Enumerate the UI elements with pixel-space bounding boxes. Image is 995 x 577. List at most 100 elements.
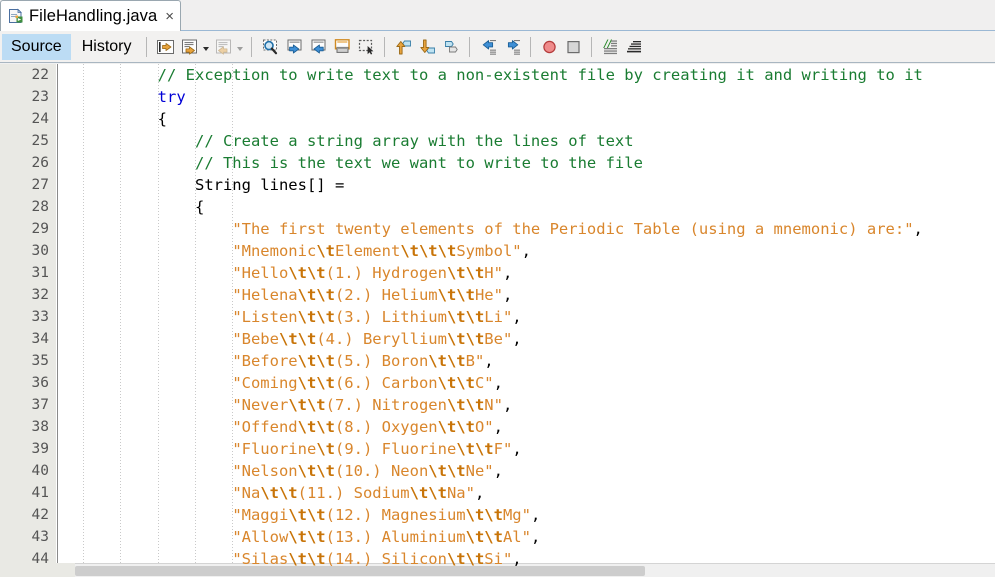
code-token-str: N"	[484, 396, 503, 414]
code-line[interactable]: "Never\t\t(7.) Nitrogen\t\tN",	[75, 394, 995, 416]
code-line[interactable]: try	[75, 86, 995, 108]
document-tab-strip: FileHandling.java ×	[0, 0, 995, 31]
java-file-icon	[8, 8, 24, 24]
code-line[interactable]: // Exception to write text to a non-exis…	[75, 64, 995, 86]
code-token-pln	[83, 374, 232, 392]
next-bookmark-icon[interactable]	[415, 35, 439, 59]
code-token-str: "Helena	[232, 286, 298, 304]
back-navigation-icon[interactable]	[177, 35, 201, 59]
find-previous-icon[interactable]	[282, 35, 306, 59]
code-line[interactable]: // This is the text we want to write to …	[75, 152, 995, 174]
code-line[interactable]: "Listen\t\t(3.) Lithium\t\tLi",	[75, 306, 995, 328]
toolbar-separator	[530, 36, 532, 57]
find-next-icon[interactable]	[306, 35, 330, 59]
find-selection-icon[interactable]	[258, 35, 282, 59]
code-token-pln: ,	[484, 352, 494, 370]
code-token-str: "Silas	[232, 550, 289, 568]
code-token-esc: \t	[316, 440, 335, 458]
code-line[interactable]: "Offend\t\t(8.) Oxygen\t\tO",	[75, 416, 995, 438]
code-token-str: "Fluorine	[232, 440, 317, 458]
line-number: 42	[31, 507, 49, 523]
code-token-str: (5.) Boron	[334, 352, 429, 370]
document-tab-filehandling-java[interactable]: FileHandling.java ×	[0, 0, 182, 31]
code-token-pln	[83, 286, 232, 304]
code-token-str: (14.) Silicon	[325, 550, 447, 568]
shift-line-left-icon[interactable]	[476, 35, 500, 59]
toggle-non-printable-characters-icon[interactable]	[622, 35, 646, 59]
toggle-comment-icon[interactable]: //	[598, 35, 622, 59]
last-edit-position-icon[interactable]	[153, 35, 177, 59]
source-editor[interactable]: 22 23 24 25 26 27 28 29 30 31 32 33 34 35 36 37 38 39 40 41…	[0, 64, 995, 577]
code-line[interactable]: String lines[] =	[75, 174, 995, 196]
scrollbar-corner	[0, 563, 75, 577]
code-line[interactable]: // Create a string array with the lines …	[75, 130, 995, 152]
code-line[interactable]: "The first twenty elements of the Period…	[75, 218, 995, 240]
code-token-esc: \t\t	[428, 462, 466, 480]
code-line[interactable]: "Allow\t\t(13.) Aluminium\t\tAl",	[75, 526, 995, 548]
start-macro-recording-icon[interactable]	[537, 35, 561, 59]
toggle-highlight-search-icon[interactable]	[330, 35, 354, 59]
code-line[interactable]: "Hello\t\t(1.) Hydrogen\t\tH",	[75, 262, 995, 284]
code-token-pln: ,	[512, 550, 522, 568]
toolbar-separator	[384, 36, 386, 57]
code-token-pln	[83, 308, 232, 326]
previous-bookmark-icon[interactable]	[391, 35, 415, 59]
shift-line-right-icon[interactable]	[500, 35, 524, 59]
code-token-str: "Maggi	[232, 506, 289, 524]
code-line[interactable]: "Coming\t\t(6.) Carbon\t\tC",	[75, 372, 995, 394]
tab-history[interactable]: History	[73, 34, 141, 60]
code-line[interactable]: "Bebe\t\t(4.) Beryllium\t\tBe",	[75, 328, 995, 350]
stop-macro-recording-icon[interactable]	[561, 35, 585, 59]
code-line[interactable]: "Nelson\t\t(10.) Neon\t\tNe",	[75, 460, 995, 482]
line-number: 39	[31, 441, 49, 457]
code-token-str: (4.) Beryllium	[316, 330, 447, 348]
line-number: 36	[31, 375, 49, 391]
code-token-pln: ,	[913, 220, 923, 238]
line-number: 29	[31, 221, 49, 237]
code-token-str: He"	[474, 286, 503, 304]
code-line[interactable]: {	[75, 196, 995, 218]
code-token-str: "Never	[232, 396, 289, 414]
line-number: 38	[31, 419, 49, 435]
code-token-esc: \t\t	[297, 418, 335, 436]
code-line[interactable]: "Maggi\t\t(12.) Magnesium\t\tMg",	[75, 504, 995, 526]
back-navigation-dropdown-caret[interactable]	[201, 35, 211, 59]
code-token-str: "Offend	[232, 418, 298, 436]
toggle-bookmark-icon[interactable]	[439, 35, 463, 59]
code-token-esc: \t\t	[297, 374, 335, 392]
code-token-str: "The first twenty elements of the Period…	[232, 220, 914, 238]
code-token-str: Ne"	[465, 462, 494, 480]
code-token-str: "Hello	[232, 264, 289, 282]
code-line[interactable]: {	[75, 108, 995, 130]
line-number: 33	[31, 309, 49, 325]
code-token-str: Symbol"	[456, 242, 522, 260]
code-token-pln: {	[83, 110, 167, 128]
toolbar-separator	[251, 36, 253, 57]
code-token-esc: \t\t	[437, 374, 475, 392]
code-token-esc: \t\t	[278, 330, 317, 348]
close-icon[interactable]: ×	[165, 9, 174, 24]
code-token-esc: \t\t	[288, 506, 326, 524]
code-token-str: Element	[334, 242, 401, 260]
code-token-str: "Nelson	[232, 462, 298, 480]
code-line[interactable]: "Fluorine\t(9.) Fluorine\t\tF",	[75, 438, 995, 460]
code-line[interactable]: "Na\t\t(11.) Sodium\t\tNa",	[75, 482, 995, 504]
line-number: 37	[31, 397, 49, 413]
code-token-pln	[83, 220, 232, 238]
code-token-pln: ,	[493, 462, 503, 480]
code-token-pln	[83, 506, 232, 524]
code-token-esc: \t\t	[437, 286, 475, 304]
code-text-area[interactable]: // Exception to write text to a non-exis…	[75, 64, 995, 577]
tab-source[interactable]: Source	[2, 33, 71, 60]
code-folding-column[interactable]	[58, 64, 75, 577]
code-token-str: Na"	[446, 484, 475, 502]
code-line[interactable]: "Before\t\t(5.) Boron\t\tB",	[75, 350, 995, 372]
code-token-kw: try	[157, 88, 186, 106]
line-number: 27	[31, 177, 49, 193]
toggle-rectangular-selection-icon[interactable]	[354, 35, 378, 59]
line-number: 22	[31, 67, 49, 83]
code-line[interactable]: "Helena\t\t(2.) Helium\t\tHe",	[75, 284, 995, 306]
code-token-pln: ,	[530, 528, 541, 546]
code-token-str: (2.) Helium	[334, 286, 438, 304]
code-line[interactable]: "Mnemonic\tElement\t\t\tSymbol",	[75, 240, 995, 262]
